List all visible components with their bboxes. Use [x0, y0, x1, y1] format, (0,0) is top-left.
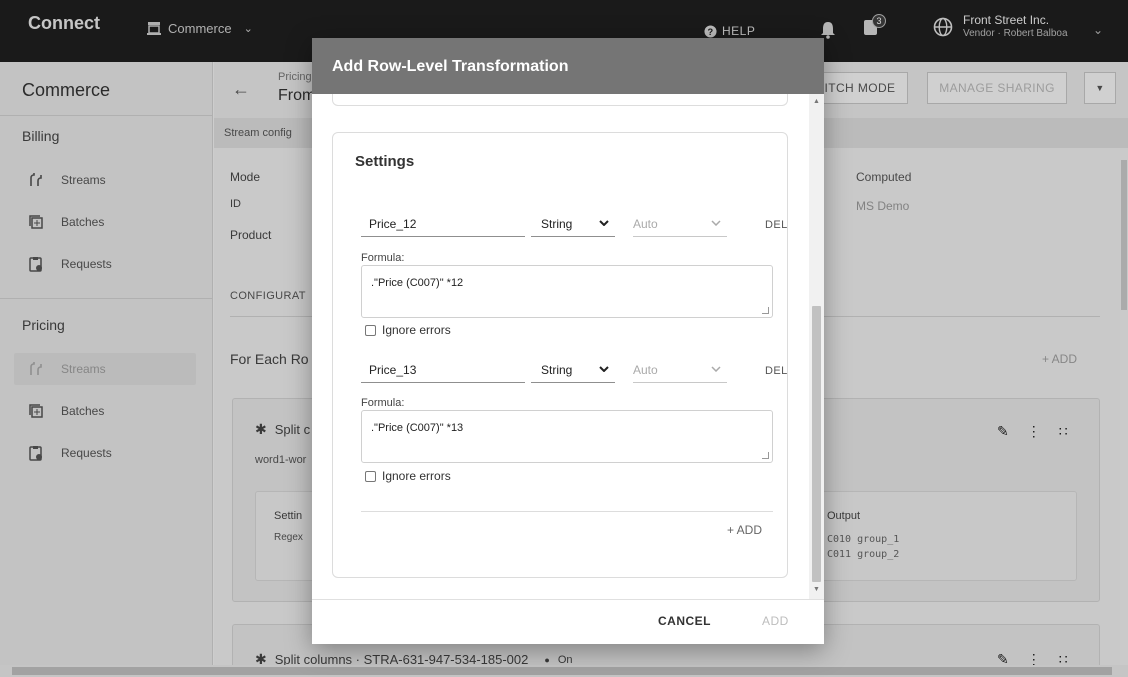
dialog-title: Add Row-Level Transformation — [332, 58, 569, 75]
precision-select[interactable]: Auto — [633, 209, 727, 237]
checkbox-icon[interactable] — [365, 470, 376, 482]
precision-select[interactable]: Auto — [633, 355, 727, 383]
dialog-footer: CANCEL ADD — [312, 599, 824, 644]
add-column-button[interactable]: + ADD — [727, 523, 762, 537]
type-select[interactable]: String — [531, 209, 615, 237]
settings-title: Settings — [355, 153, 415, 170]
formula-value: ."Price (C007)" *12 — [371, 277, 464, 289]
dialog-scrollbar[interactable]: ▲ ▼ — [809, 94, 824, 599]
formula-textarea[interactable]: ."Price (C007)" *12 — [361, 265, 773, 318]
column-name-input[interactable]: Price_12 — [361, 209, 525, 237]
scroll-thumb[interactable] — [812, 306, 821, 582]
chevron-down-icon — [599, 220, 609, 226]
dialog-body: Settings Price_12 String Auto DEL Formul… — [312, 94, 824, 599]
scroll-up-icon[interactable]: ▲ — [813, 98, 820, 105]
type-select[interactable]: String — [531, 355, 615, 383]
ignore-errors-label: Ignore errors — [382, 323, 451, 337]
divider — [361, 511, 773, 512]
type-value: String — [541, 217, 573, 231]
dialog-header: Add Row-Level Transformation — [312, 38, 824, 94]
previous-section-card — [332, 94, 788, 106]
settings-card: Settings Price_12 String Auto DEL Formul… — [332, 132, 788, 578]
ignore-errors-checkbox[interactable]: Ignore errors — [365, 469, 451, 483]
ignore-errors-checkbox[interactable]: Ignore errors — [365, 323, 451, 337]
formula-label: Formula: — [361, 397, 405, 409]
chevron-down-icon — [599, 366, 609, 372]
cancel-button[interactable]: CANCEL — [658, 614, 711, 628]
resize-handle-icon[interactable] — [762, 307, 769, 314]
formula-textarea[interactable]: ."Price (C007)" *13 — [361, 410, 773, 463]
type-value: String — [541, 363, 573, 377]
formula-label: Formula: — [361, 252, 405, 264]
delete-button[interactable]: DEL — [765, 219, 788, 231]
add-transformation-dialog: Add Row-Level Transformation Settings Pr… — [312, 38, 824, 644]
resize-handle-icon[interactable] — [762, 452, 769, 459]
add-button[interactable]: ADD — [762, 614, 789, 628]
scroll-down-icon[interactable]: ▼ — [813, 586, 820, 593]
chevron-down-icon — [711, 366, 721, 372]
checkbox-icon[interactable] — [365, 324, 376, 336]
formula-value: ."Price (C007)" *13 — [371, 422, 464, 434]
chevron-down-icon — [711, 220, 721, 226]
delete-button[interactable]: DEL — [765, 365, 788, 377]
ignore-errors-label: Ignore errors — [382, 469, 451, 483]
precision-value: Auto — [633, 217, 658, 231]
precision-value: Auto — [633, 363, 658, 377]
column-name-input[interactable]: Price_13 — [361, 355, 525, 383]
